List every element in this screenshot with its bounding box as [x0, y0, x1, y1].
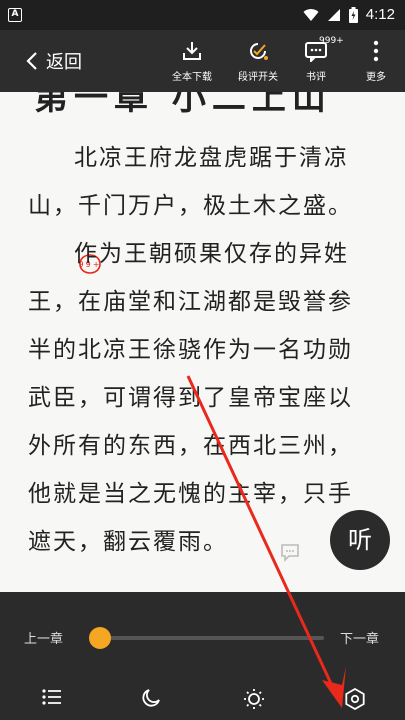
back-label: 返回	[46, 52, 82, 73]
more-label: 更多	[366, 72, 386, 83]
reading-page[interactable]: 第一章 小二上山 北凉王府龙盘虎踞于清凉山，千门万户，极土木之盛。 99+ 作为王…	[0, 92, 405, 592]
battery-icon	[348, 6, 358, 23]
review-count-badge: 999+	[319, 36, 344, 46]
reader-toolbar: 返回 全本下载 段评开关 999+ 书评 更多	[0, 30, 405, 92]
download-all-button[interactable]: 全本下载	[162, 40, 222, 83]
app-notification-icon: A	[8, 8, 22, 22]
catalog-icon[interactable]	[42, 688, 62, 706]
signal-icon	[327, 8, 340, 21]
paragraph-text: 北凉王府龙盘虎踞于清凉山，千门万户，极土木之盛。	[28, 145, 353, 219]
paragraph[interactable]: 作为王朝硕果仅存的异姓王，在庙堂和江湖都是毁誉参半的北凉王徐骁作为一名功勋武臣，…	[28, 230, 368, 566]
night-mode-icon[interactable]	[141, 688, 161, 708]
status-bar: A 4:12	[0, 0, 405, 30]
wifi-icon	[303, 8, 319, 21]
slider-thumb[interactable]	[89, 627, 111, 649]
system-icons: 4:12	[303, 6, 395, 23]
paragraph-comment-icon[interactable]	[232, 532, 299, 562]
comment-toggle-label: 段评开关	[238, 72, 278, 83]
back-button[interactable]: 返回	[26, 48, 82, 74]
brightness-icon[interactable]	[243, 688, 265, 710]
reader-control-panel: 上一章 下一章	[0, 592, 405, 720]
listen-button[interactable]: 听	[330, 510, 390, 570]
settings-icon[interactable]	[344, 688, 366, 710]
next-chapter-button[interactable]: 下一章	[340, 628, 379, 647]
paragraph-text: 作为王朝硕果仅存的异姓王，在庙堂和江湖都是毁誉参半的北凉王徐骁作为一名功勋武臣，…	[28, 241, 353, 555]
prev-chapter-button[interactable]: 上一章	[24, 628, 63, 647]
comment-toggle-icon	[250, 43, 268, 60]
book-review-button[interactable]: 999+ 书评	[286, 36, 346, 83]
chevron-left-icon	[26, 52, 37, 70]
clock: 4:12	[365, 6, 395, 23]
download-all-label: 全本下载	[172, 72, 212, 83]
comment-toggle-button[interactable]: 段评开关	[228, 40, 288, 83]
chapter-title: 第一章 小二上山	[34, 92, 332, 118]
download-icon	[183, 42, 201, 60]
chapter-progress-slider[interactable]	[100, 636, 324, 640]
book-review-label: 书评	[306, 72, 326, 83]
more-button[interactable]: 更多	[346, 40, 405, 83]
more-icon	[373, 40, 379, 62]
